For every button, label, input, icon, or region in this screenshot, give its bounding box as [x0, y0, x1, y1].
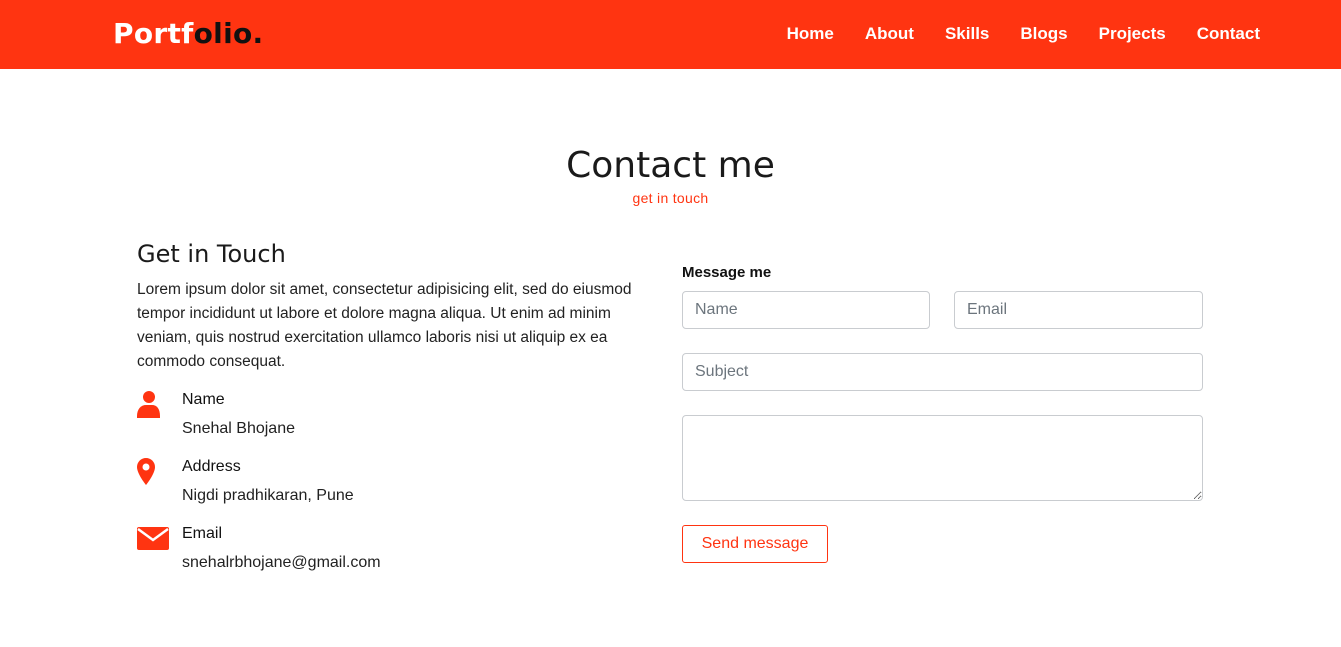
- logo-main: Portf: [113, 17, 194, 50]
- send-message-button[interactable]: Send message: [682, 525, 828, 563]
- info-address: Address Nigdi pradhikaran, Pune: [137, 457, 637, 513]
- name-input[interactable]: [682, 291, 930, 329]
- nav-links: Home About Skills Blogs Projects Contact: [787, 23, 1260, 45]
- section-title: Contact me: [566, 145, 775, 186]
- form-heading: Message me: [682, 264, 772, 281]
- info-name-label: Name: [182, 391, 225, 408]
- message-textarea[interactable]: [682, 415, 1203, 501]
- info-address-label: Address: [182, 458, 241, 475]
- info-email: Email snehalrbhojane@gmail.com: [137, 524, 637, 580]
- nav-home[interactable]: Home: [787, 23, 834, 45]
- get-in-touch-text: Lorem ipsum dolor sit amet, consectetur …: [137, 281, 632, 370]
- user-icon: [137, 391, 160, 418]
- info-address-value: Nigdi pradhikaran, Pune: [182, 487, 354, 504]
- email-input[interactable]: [954, 291, 1203, 329]
- nav-skills[interactable]: Skills: [945, 23, 989, 45]
- envelope-icon: [137, 527, 169, 550]
- info-email-label: Email: [182, 525, 223, 542]
- subject-input[interactable]: [682, 353, 1203, 391]
- section-subtitle: get in touch: [632, 190, 709, 206]
- get-in-touch-panel: Get in Touch Lorem ipsum dolor sit amet,…: [137, 238, 662, 374]
- nav-blogs[interactable]: Blogs: [1020, 23, 1067, 45]
- nav-projects[interactable]: Projects: [1099, 23, 1166, 45]
- map-marker-icon: [137, 458, 155, 485]
- navbar: Portfolio. Home About Skills Blogs Proje…: [0, 0, 1341, 69]
- logo[interactable]: Portfolio.: [113, 17, 263, 51]
- nav-contact[interactable]: Contact: [1197, 23, 1260, 45]
- get-in-touch-title: Get in Touch: [137, 240, 286, 268]
- info-name: Name Snehal Bhojane: [137, 390, 637, 446]
- logo-accent: olio.: [193, 17, 264, 50]
- info-email-value: snehalrbhojane@gmail.com: [182, 554, 381, 571]
- info-name-value: Snehal Bhojane: [182, 420, 295, 437]
- nav-about[interactable]: About: [865, 23, 914, 45]
